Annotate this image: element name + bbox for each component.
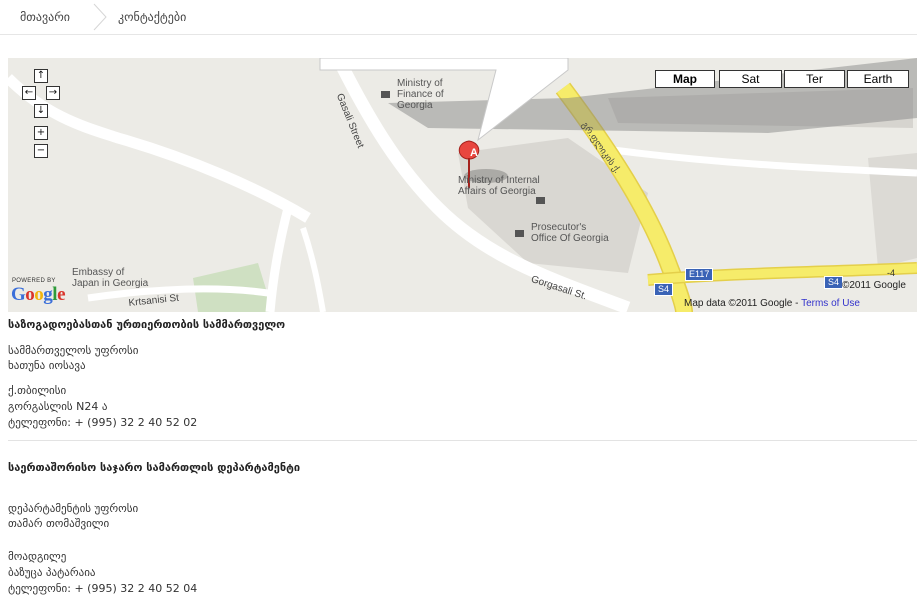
section-divider [8,440,917,441]
museum-icon [381,91,390,98]
map-road-south [265,206,293,312]
head-role: დეპარტამენტის უფროსი [8,502,139,515]
google-map[interactable]: A Ministry of Finance of Georgia Ministry … [8,58,917,312]
map-place-prosecutor: Prosecutor's Office Of Georgia [531,222,609,244]
pan-right-icon[interactable]: → [46,86,60,100]
phone-number: ტელეფონი: + (995) 32 2 40 52 04 [8,582,198,595]
terms-of-use-link[interactable]: Terms of Use [801,298,860,309]
pan-down-icon[interactable]: ↓ [34,104,48,118]
breadcrumb: მთავარი კონტაქტები [0,0,917,35]
phone-number: ტელეფონი: + (995) 32 2 40 52 02 [8,416,198,429]
map-road-south-2 [300,227,326,312]
map-type-sat-button[interactable]: Sat [719,70,782,88]
map-place-embassy: Embassy of Japan in Georgia [72,267,149,289]
deputy-role: მოადგილე [8,550,67,563]
route-shield: E117 [685,268,714,281]
map-type-earth-button[interactable]: Earth [847,70,909,88]
map-type-ter-button[interactable]: Ter [784,70,845,88]
deputy-name: ბაზუცა პატარაია [8,566,96,579]
museum-icon [536,197,545,204]
zoom-out-icon[interactable]: − [34,144,48,158]
map-type-map-button[interactable]: Map [655,70,715,88]
route-shield: S4 [824,276,844,289]
museum-icon [515,230,524,237]
breadcrumb-separator-icon [93,3,107,31]
map-place-internal-affairs: Ministry of Internal Affairs of Georgia [458,175,540,197]
google-logo[interactable]: Google [11,284,65,306]
pan-left-icon[interactable]: ← [22,86,36,100]
breadcrumb-home-link[interactable]: მთავარი [20,10,70,24]
route-shield: -4 [887,268,896,278]
map-marker-letter: A [470,147,478,159]
breadcrumb-current: კონტაქტები [118,10,187,24]
address-street: გორგასლის N24 ა [8,400,108,413]
zoom-in-icon[interactable]: + [34,126,48,140]
map-copyright: ©2011 Google [842,280,906,291]
route-shield: S4 [654,283,674,296]
address-city: ქ.თბილისი [8,384,67,397]
head-name: თამარ თომაშვილი [8,517,110,530]
section-title-public-relations: საზოგადოებასთან ურთიერთობის სამმართველო [8,318,286,331]
section-title-international-law: საერთაშორისო საჯარო სამართლის დეპარტამენ… [8,461,301,474]
map-place-finance: Ministry of Finance of Georgia [397,78,444,111]
map-data-attribution: Map data ©2011 Google - Terms of Use [684,298,860,309]
head-name: ხათუნა იოსავა [8,359,86,372]
pan-up-icon[interactable]: ↑ [34,69,48,83]
head-role: სამმართველოს უფროსი [8,344,139,357]
